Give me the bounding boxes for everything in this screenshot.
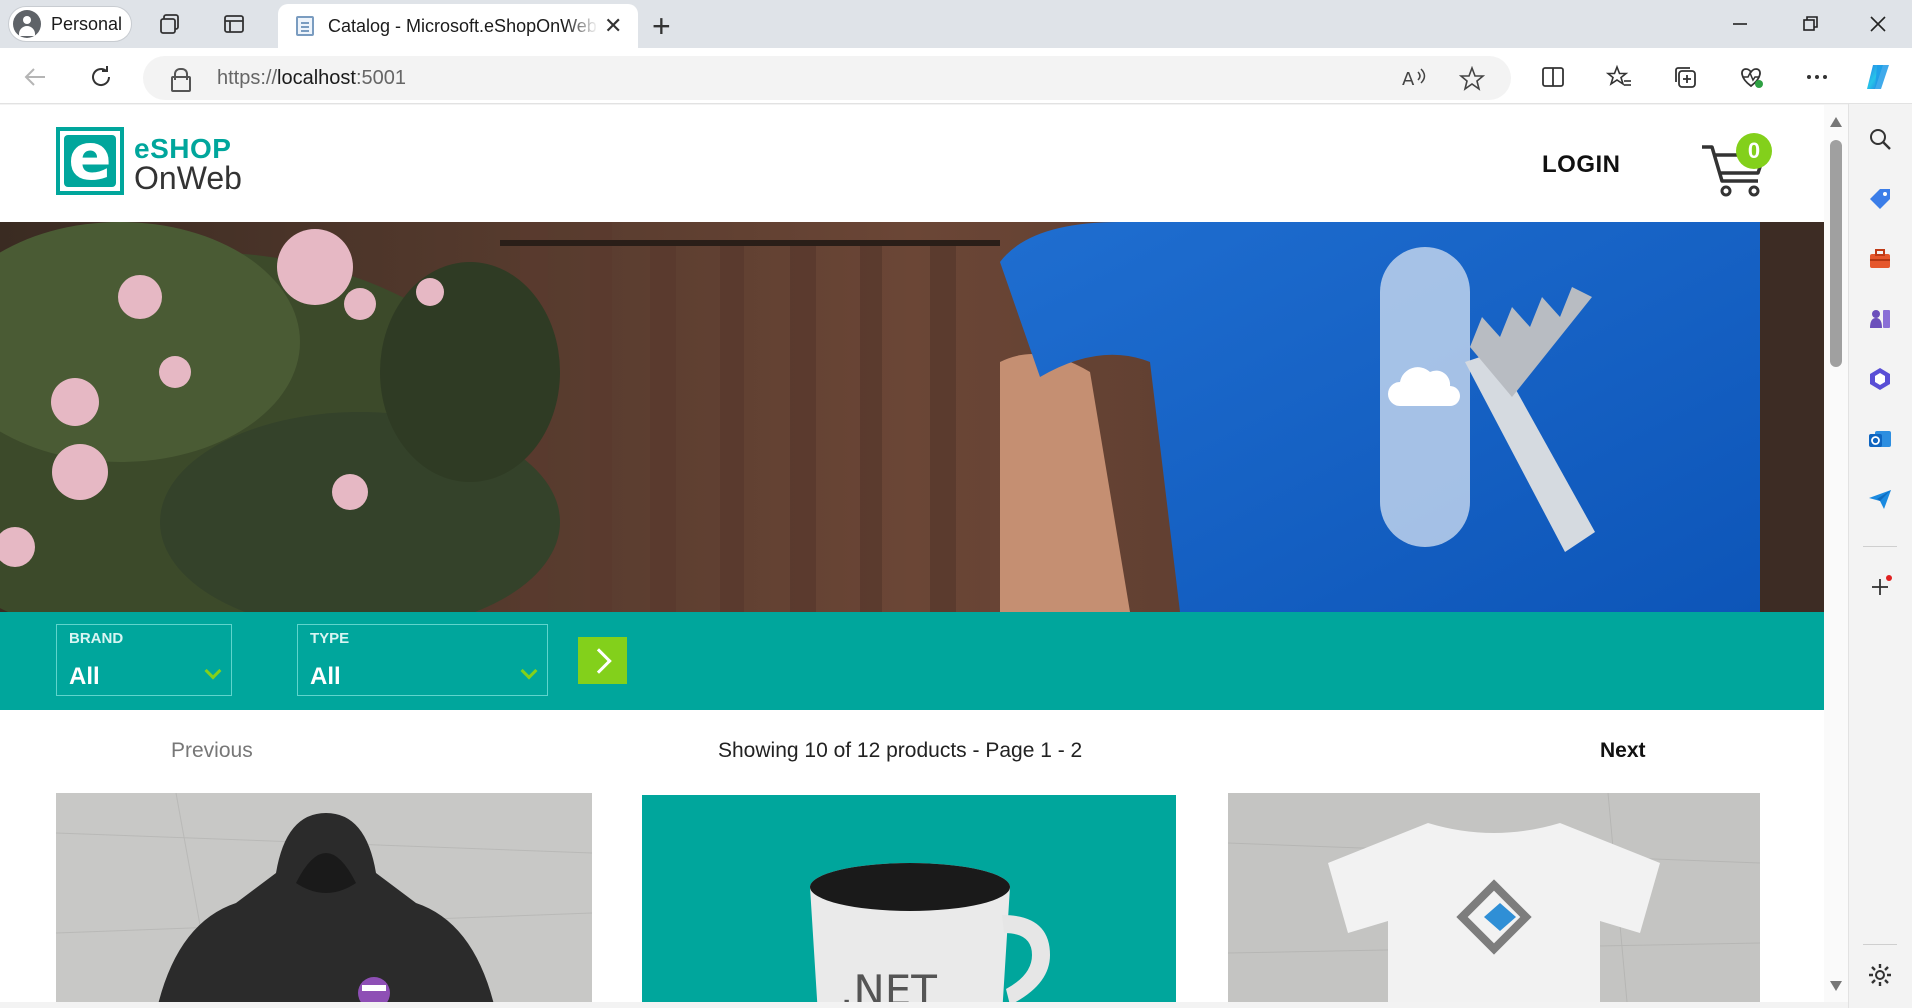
add-icon[interactable]	[1865, 572, 1895, 602]
refresh-icon[interactable]	[84, 60, 118, 94]
type-filter-value: All	[310, 663, 341, 690]
cart-count-badge: 0	[1736, 133, 1772, 169]
mug-print-text: .NET	[840, 966, 937, 1002]
favorites-icon[interactable]	[1602, 60, 1636, 94]
profile-avatar-icon	[13, 10, 41, 38]
minimize-button[interactable]	[1720, 8, 1760, 40]
hero-banner-image	[0, 222, 1824, 612]
scrollbar-thumb[interactable]	[1830, 140, 1842, 367]
product-card[interactable]	[1228, 793, 1760, 1002]
page-scrollbar[interactable]	[1824, 105, 1848, 1002]
browser-title-bar: Personal Catalog - Microsoft.eShopOnWeb …	[0, 0, 1912, 48]
tshirt-product-image	[1228, 793, 1760, 1002]
product-card[interactable]	[56, 793, 592, 1002]
browser-toolbar: https://localhost:5001 A	[0, 48, 1912, 104]
new-tab-button[interactable]: +	[652, 8, 671, 45]
split-screen-icon[interactable]	[1536, 60, 1570, 94]
cart-button[interactable]: 0	[1700, 133, 1772, 197]
tab-actions-icon[interactable]	[220, 10, 248, 38]
chevron-down-icon	[204, 662, 222, 680]
catalog-filter-bar: BRAND All TYPE All	[0, 612, 1824, 710]
site-header: e eSHOP OnWeb LOGIN 0	[0, 105, 1824, 222]
pager-info-text: Showing 10 of 12 products - Page 1 - 2	[718, 739, 1083, 762]
apply-filter-button[interactable]	[578, 637, 627, 684]
address-bar[interactable]: https://localhost:5001 A	[143, 56, 1511, 100]
type-filter-label: TYPE	[310, 630, 350, 647]
scroll-down-icon[interactable]	[1830, 981, 1842, 991]
more-icon[interactable]	[1800, 60, 1834, 94]
chevron-down-icon	[520, 662, 538, 680]
sidebar-divider	[1863, 546, 1897, 547]
office-icon[interactable]	[1865, 364, 1895, 394]
restore-button[interactable]	[1790, 8, 1830, 40]
mug-product-image: .NET	[642, 795, 1176, 1002]
back-arrow-icon[interactable]	[18, 60, 52, 94]
svg-text:A: A	[1402, 69, 1415, 90]
page-viewport: e eSHOP OnWeb LOGIN 0 BRAND All TYPE All…	[0, 105, 1824, 1002]
product-card[interactable]: .NET	[642, 795, 1176, 1002]
close-tab-icon[interactable]: ✕	[604, 13, 622, 39]
next-page-link[interactable]: Next	[1600, 739, 1646, 763]
brand-filter-value: All	[69, 663, 100, 690]
read-aloud-icon[interactable]: A	[1401, 66, 1427, 96]
games-icon[interactable]	[1865, 304, 1895, 334]
scroll-up-icon[interactable]	[1830, 117, 1842, 127]
login-link[interactable]: LOGIN	[1542, 151, 1621, 179]
send-icon[interactable]	[1865, 484, 1895, 514]
copilot-icon[interactable]	[1862, 60, 1896, 94]
toolbox-icon[interactable]	[1865, 244, 1895, 274]
logo-text-bottom: OnWeb	[134, 160, 242, 196]
search-icon[interactable]	[1865, 124, 1895, 154]
active-tab[interactable]: Catalog - Microsoft.eShopOnWeb ✕	[278, 4, 638, 48]
brand-filter-select[interactable]: BRAND All	[56, 624, 232, 696]
profile-button[interactable]: Personal	[8, 6, 132, 42]
workspaces-icon[interactable]	[156, 10, 184, 38]
previous-page-link[interactable]: Previous	[171, 739, 253, 763]
lock-icon[interactable]	[171, 68, 191, 92]
profile-label: Personal	[51, 13, 123, 34]
star-icon[interactable]	[1458, 65, 1486, 98]
type-filter-select[interactable]: TYPE All	[297, 624, 548, 696]
heartbeat-icon[interactable]	[1734, 60, 1768, 94]
brand-filter-label: BRAND	[69, 630, 124, 647]
sidebar-divider	[1863, 944, 1897, 945]
close-window-button[interactable]	[1858, 8, 1898, 40]
collections-icon[interactable]	[1668, 60, 1702, 94]
tag-icon[interactable]	[1865, 184, 1895, 214]
eshop-logo[interactable]: e eSHOP OnWeb	[56, 126, 256, 197]
url-text: https://localhost:5001	[217, 67, 407, 89]
page-favicon-icon	[296, 16, 314, 36]
chevron-right-icon	[585, 647, 612, 674]
gear-icon[interactable]	[1865, 960, 1895, 990]
edge-sidebar	[1848, 104, 1912, 1008]
tab-title: Catalog - Microsoft.eShopOnWeb	[328, 15, 597, 36]
hoodie-product-image	[56, 793, 592, 1002]
logo-mark: e	[56, 126, 124, 195]
outlook-icon[interactable]	[1865, 424, 1895, 454]
